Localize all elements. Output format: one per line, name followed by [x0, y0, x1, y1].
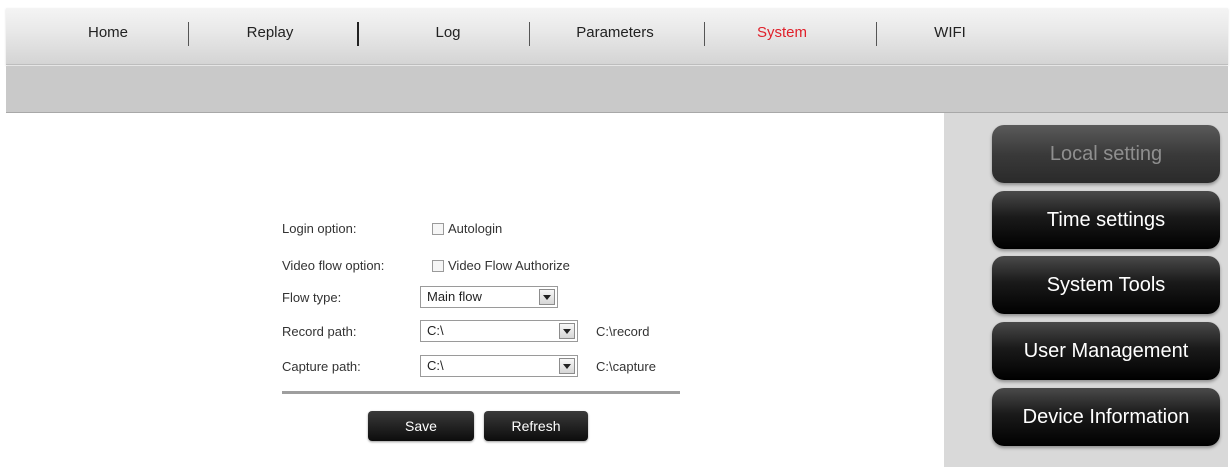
chevron-down-icon: [563, 329, 571, 334]
login-option-row: Login option: Autologin: [282, 216, 682, 242]
record-path-label: Record path:: [282, 324, 357, 339]
chevron-down-icon: [563, 364, 571, 369]
sub-toolbar-strip: [6, 66, 1228, 113]
sidebar-item-time-settings[interactable]: Time settings: [992, 191, 1220, 249]
nav-wifi[interactable]: WIFI: [920, 8, 980, 58]
capture-path-dropdown-button[interactable]: [559, 358, 575, 374]
local-setting-panel: Login option: Autologin Video flow optio…: [6, 113, 944, 467]
capture-path-row: Capture path: C:\ C:\capture: [282, 354, 702, 380]
flow-type-dropdown-button[interactable]: [539, 289, 555, 305]
login-option-label: Login option:: [282, 221, 357, 236]
video-flow-authorize-checkbox[interactable]: [432, 260, 444, 272]
record-path-select[interactable]: C:\: [420, 320, 578, 342]
chevron-down-icon: [543, 295, 551, 300]
top-nav: Home Replay Log Parameters System WIFI: [6, 8, 1228, 65]
system-sidebar: Local setting Time settings System Tools…: [944, 113, 1228, 467]
record-path-dropdown-button[interactable]: [559, 323, 575, 339]
nav-system[interactable]: System: [740, 8, 824, 58]
capture-path-resolved: C:\capture: [596, 359, 656, 374]
nav-log[interactable]: Log: [418, 8, 478, 58]
video-flow-option-label: Video flow option:: [282, 258, 385, 273]
record-path-value: C:\: [427, 323, 444, 338]
autologin-checkbox[interactable]: [432, 223, 444, 235]
sidebar-item-local-setting[interactable]: Local setting: [992, 125, 1220, 183]
nav-separator: [357, 22, 359, 46]
nav-separator: [188, 22, 189, 46]
record-path-row: Record path: C:\ C:\record: [282, 319, 702, 345]
form-divider: [282, 391, 680, 394]
save-button[interactable]: Save: [368, 411, 474, 441]
sidebar-item-system-tools[interactable]: System Tools: [992, 256, 1220, 314]
capture-path-select[interactable]: C:\: [420, 355, 578, 377]
nav-separator: [529, 22, 530, 46]
sidebar-item-device-information[interactable]: Device Information: [992, 388, 1220, 446]
capture-path-label: Capture path:: [282, 359, 361, 374]
video-flow-option-row: Video flow option: Video Flow Authorize: [282, 253, 682, 279]
flow-type-row: Flow type: Main flow: [282, 285, 682, 311]
flow-type-value: Main flow: [427, 289, 482, 304]
nav-separator: [876, 22, 877, 46]
sidebar-item-user-management[interactable]: User Management: [992, 322, 1220, 380]
capture-path-value: C:\: [427, 358, 444, 373]
video-flow-authorize-label: Video Flow Authorize: [448, 258, 570, 273]
refresh-button[interactable]: Refresh: [484, 411, 588, 441]
nav-parameters[interactable]: Parameters: [562, 8, 668, 58]
flow-type-select[interactable]: Main flow: [420, 286, 558, 308]
flow-type-label: Flow type:: [282, 290, 342, 305]
nav-home[interactable]: Home: [76, 8, 140, 58]
nav-separator: [704, 22, 705, 46]
record-path-resolved: C:\record: [596, 324, 650, 339]
nav-replay[interactable]: Replay: [238, 8, 302, 58]
autologin-checkbox-label: Autologin: [448, 221, 503, 236]
